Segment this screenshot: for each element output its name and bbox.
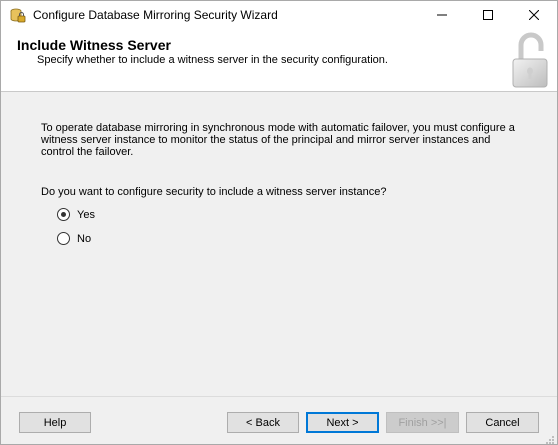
minimize-button[interactable] <box>419 1 465 31</box>
maximize-icon <box>483 7 493 25</box>
footer-divider <box>1 396 557 397</box>
witness-question: Do you want to configure security to inc… <box>41 186 387 198</box>
radio-no-label: No <box>77 232 92 245</box>
window-title: Configure Database Mirroring Security Wi… <box>33 8 278 22</box>
minimize-icon <box>437 7 447 25</box>
radio-selected-indicator[interactable] <box>57 208 70 221</box>
radio-yes[interactable]: Yes <box>57 208 95 221</box>
radio-yes-label: Yes <box>77 208 95 221</box>
maximize-button[interactable] <box>465 1 511 31</box>
cancel-button[interactable]: Cancel <box>466 412 539 433</box>
padlock-icon <box>507 31 553 91</box>
wizard-content: To operate database mirroring in synchro… <box>1 92 557 396</box>
database-app-icon <box>9 7 27 25</box>
finish-button: Finish >>| <box>386 412 459 433</box>
witness-description: To operate database mirroring in synchro… <box>41 122 515 158</box>
next-button[interactable]: Next > <box>306 412 379 433</box>
header-banner: Include Witness Server Specify whether t… <box>1 31 557 92</box>
close-icon <box>528 7 540 25</box>
resize-grip-icon[interactable] <box>545 432 555 444</box>
help-button[interactable]: Help <box>19 412 91 433</box>
radio-unselected-indicator[interactable] <box>57 232 70 245</box>
close-button[interactable] <box>511 1 557 31</box>
radio-no[interactable]: No <box>57 232 91 245</box>
page-subtitle: Specify whether to include a witness ser… <box>37 54 388 66</box>
wizard-window: Configure Database Mirroring Security Wi… <box>0 0 558 445</box>
back-button[interactable]: < Back <box>227 412 299 433</box>
title-bar[interactable]: Configure Database Mirroring Security Wi… <box>1 1 557 31</box>
page-title: Include Witness Server <box>17 37 171 53</box>
